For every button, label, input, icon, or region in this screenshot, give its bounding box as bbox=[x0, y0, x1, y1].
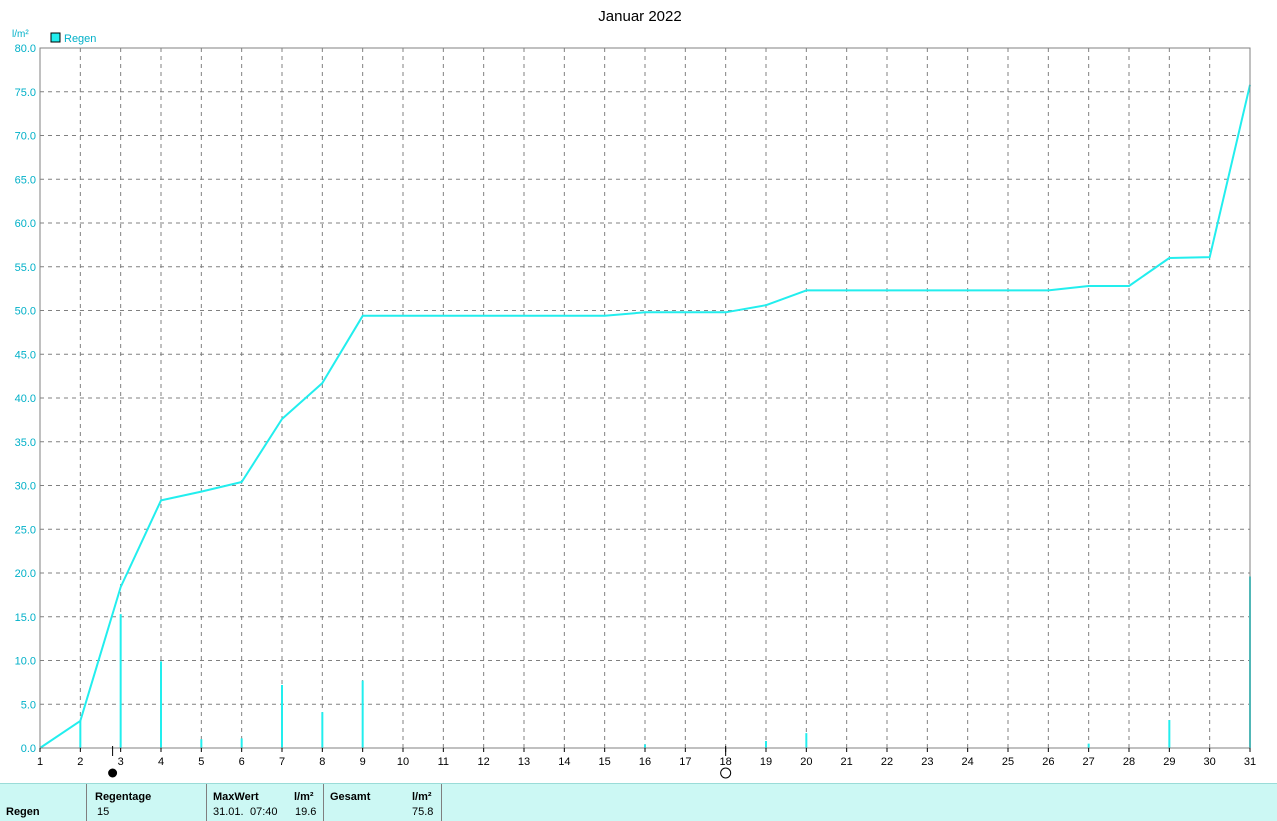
y-tick-label: 40.0 bbox=[15, 393, 36, 405]
x-tick-label: 6 bbox=[239, 756, 245, 768]
daily-rain-bars bbox=[79, 576, 1251, 748]
x-tick-label: 4 bbox=[158, 756, 164, 768]
y-tick-label: 50.0 bbox=[15, 306, 36, 318]
gesamt-unit: l/m² bbox=[412, 791, 432, 803]
maxwert-header: MaxWert bbox=[213, 791, 259, 803]
x-tick-label: 31 bbox=[1244, 756, 1256, 768]
y-tick-label: 60.0 bbox=[15, 218, 36, 230]
x-tick-label: 24 bbox=[962, 756, 974, 768]
x-tick-label: 29 bbox=[1163, 756, 1175, 768]
legend-swatch bbox=[50, 32, 61, 43]
x-tick-label: 22 bbox=[881, 756, 893, 768]
y-tick-label: 75.0 bbox=[15, 87, 36, 99]
grid bbox=[40, 48, 1250, 748]
y-tick-label: 30.0 bbox=[15, 481, 36, 493]
stats-panel: Regen Regentage 15 MaxWert l/m² 31.01. 0… bbox=[0, 783, 1277, 821]
regentage-header: Regentage bbox=[95, 791, 152, 803]
y-tick-label: 45.0 bbox=[15, 349, 36, 361]
full-moon-icon bbox=[720, 767, 732, 779]
y-tick-label: 65.0 bbox=[15, 174, 36, 186]
maxwert-value: 19.6 bbox=[295, 806, 317, 818]
x-tick-label: 28 bbox=[1123, 756, 1135, 768]
x-tick-label: 26 bbox=[1042, 756, 1054, 768]
y-tick-label: 0.0 bbox=[21, 743, 36, 755]
x-tick-label: 10 bbox=[397, 756, 409, 768]
x-tick-label: 18 bbox=[720, 756, 732, 768]
maxwert-column: MaxWert l/m² 31.01. 07:40 19.6 bbox=[206, 784, 324, 821]
x-tick-label: 21 bbox=[841, 756, 853, 768]
y-tick-label: 20.0 bbox=[15, 568, 36, 580]
y-tick-label: 80.0 bbox=[15, 43, 36, 55]
x-tick-label: 17 bbox=[679, 756, 691, 768]
x-tick-label: 5 bbox=[198, 756, 204, 768]
legend-label: Regen bbox=[64, 33, 96, 45]
x-tick-label: 20 bbox=[800, 756, 812, 768]
x-tick-label: 1 bbox=[37, 756, 43, 768]
y-tick-label: 15.0 bbox=[15, 612, 36, 624]
x-tick-label: 13 bbox=[518, 756, 530, 768]
y-axis-unit-label: l/m² bbox=[12, 29, 29, 40]
y-tick-label: 5.0 bbox=[21, 699, 36, 711]
x-axis-ticks: 1 2 3 4 5 6 7 8 9 10 11 12 13 14 15 16 17 18 19 20 21 22 23 24 2… bbox=[37, 748, 1256, 768]
x-tick-label: 14 bbox=[558, 756, 570, 768]
y-tick-label: 35.0 bbox=[15, 437, 36, 449]
x-tick-label: 16 bbox=[639, 756, 651, 768]
regentage-column: Regentage 15 bbox=[86, 784, 207, 821]
maxwert-time: 07:40 bbox=[250, 806, 278, 818]
x-tick-label: 27 bbox=[1083, 756, 1095, 768]
x-tick-label: 9 bbox=[360, 756, 366, 768]
gesamt-header: Gesamt bbox=[330, 791, 371, 803]
x-tick-label: 23 bbox=[921, 756, 933, 768]
maxwert-unit: l/m² bbox=[294, 791, 314, 803]
chart-title: Januar 2022 bbox=[598, 8, 681, 25]
x-tick-label: 11 bbox=[438, 756, 449, 768]
x-tick-label: 12 bbox=[478, 756, 490, 768]
x-tick-label: 15 bbox=[599, 756, 611, 768]
gesamt-column: Gesamt l/m² 75.8 bbox=[323, 784, 442, 821]
x-tick-label: 25 bbox=[1002, 756, 1014, 768]
x-tick-label: 30 bbox=[1204, 756, 1216, 768]
x-tick-label: 7 bbox=[279, 756, 285, 768]
gesamt-value: 75.8 bbox=[412, 806, 434, 818]
y-tick-label: 10.0 bbox=[15, 656, 36, 668]
regentage-value: 15 bbox=[97, 806, 110, 818]
x-tick-label: 8 bbox=[319, 756, 325, 768]
stats-row-label: Regen bbox=[6, 806, 40, 818]
y-tick-label: 70.0 bbox=[15, 131, 36, 143]
y-tick-label: 25.0 bbox=[15, 524, 36, 536]
new-moon-icon bbox=[108, 768, 118, 778]
x-tick-label: 19 bbox=[760, 756, 772, 768]
x-tick-label: 2 bbox=[77, 756, 83, 768]
maxwert-date: 31.01. bbox=[213, 806, 244, 818]
y-axis-ticks: 0.0 5.0 10.0 15.0 20.0 25.0 30.0 35.0 40.0 45.0 50… bbox=[15, 43, 36, 755]
x-tick-label: 3 bbox=[118, 756, 124, 768]
rain-chart: Januar 2022 l/m² Regen 0.05.010.015.020.… bbox=[12, 8, 1256, 779]
y-tick-label: 55.0 bbox=[15, 262, 36, 274]
